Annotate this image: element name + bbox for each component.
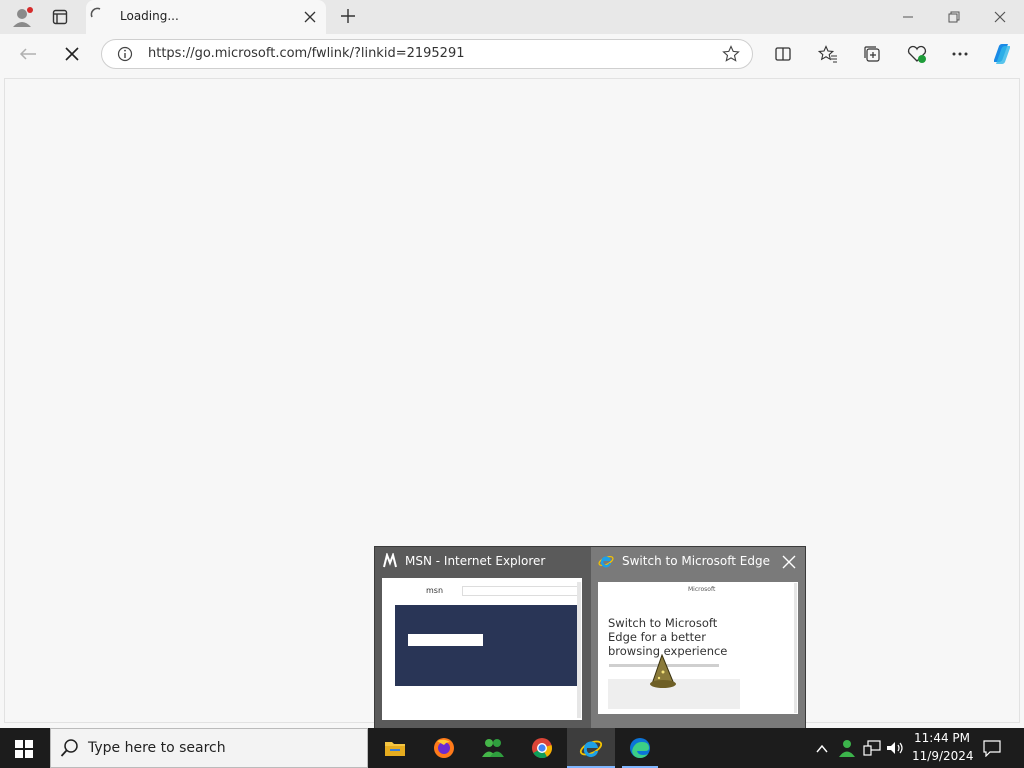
new-tab-icon[interactable]	[339, 7, 357, 25]
chrome-icon[interactable]	[530, 736, 554, 760]
split-screen-icon[interactable]	[774, 45, 792, 63]
show-hidden-icons-icon[interactable]	[815, 741, 829, 755]
preview-msn-searchbar	[462, 586, 578, 596]
collections-icon[interactable]	[862, 45, 882, 63]
tab-close-icon[interactable]	[302, 9, 318, 25]
ie-app-icon	[598, 553, 614, 569]
search-placeholder: Type here to search	[88, 740, 226, 756]
preview-edge-scrollbar	[794, 583, 797, 713]
tab-title: Loading...	[120, 9, 179, 23]
preview-msn-title: MSN - Internet Explorer	[405, 554, 546, 568]
site-info-icon[interactable]	[117, 46, 133, 62]
msn-app-icon	[382, 551, 398, 569]
minimize-icon[interactable]	[898, 9, 918, 25]
people-app-icon[interactable]	[480, 735, 506, 761]
internet-explorer-icon[interactable]	[579, 736, 603, 760]
preview-close-icon[interactable]	[782, 554, 798, 570]
stop-loading-icon[interactable]	[62, 45, 82, 63]
preview-msn-scrollbar	[577, 582, 581, 718]
copilot-icon[interactable]	[990, 42, 1014, 66]
more-options-icon[interactable]	[950, 45, 970, 63]
close-window-icon[interactable]	[990, 9, 1010, 25]
wizard-hat-cursor-icon	[650, 653, 678, 690]
browser-essentials-icon[interactable]	[906, 44, 928, 64]
favorite-star-icon[interactable]	[722, 45, 740, 63]
search-icon	[60, 738, 80, 758]
url-text: https://go.microsoft.com/fwlink/?linkid=…	[148, 46, 465, 61]
clock-time[interactable]: 11:44 PM	[914, 731, 970, 745]
restore-icon[interactable]	[944, 9, 964, 25]
notification-center-icon[interactable]	[982, 739, 1002, 758]
preview-edge-brand: Microsoft	[688, 586, 716, 593]
profile-icon[interactable]	[11, 6, 33, 28]
back-icon[interactable]	[18, 46, 38, 62]
user-status-icon[interactable]	[838, 738, 856, 758]
network-icon[interactable]	[862, 739, 882, 757]
clock-date[interactable]: 11/9/2024	[912, 749, 974, 763]
loading-spinner-icon	[90, 6, 104, 20]
firefox-icon[interactable]	[432, 736, 456, 760]
favorites-icon[interactable]	[817, 45, 838, 63]
preview-msn-logo-text: msn	[426, 586, 444, 595]
volume-icon[interactable]	[885, 739, 905, 757]
tab-actions-icon[interactable]	[50, 8, 70, 26]
preview-edge-title: Switch to Microsoft Edge ...	[622, 554, 772, 568]
edge-icon[interactable]	[628, 736, 652, 760]
preview-msn-input	[408, 634, 483, 646]
file-explorer-icon[interactable]	[383, 737, 407, 759]
start-windows-icon[interactable]	[14, 739, 34, 759]
preview-edge-heading: Switch to Microsoft Edge for a better br…	[608, 616, 728, 658]
